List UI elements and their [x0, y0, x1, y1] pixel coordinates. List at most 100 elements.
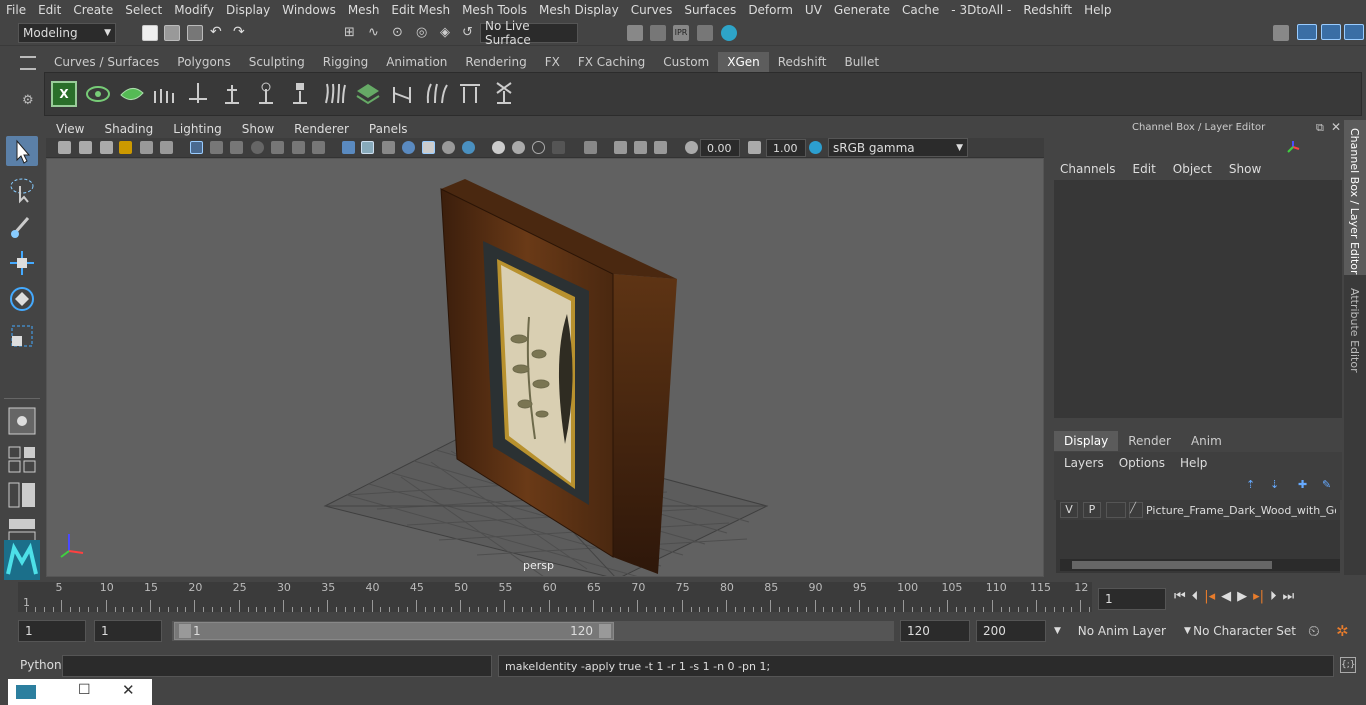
character-set-dropdown[interactable]: ▼ No Character Set: [1180, 620, 1300, 642]
single-view-layout-icon[interactable]: [6, 406, 38, 436]
playback-start-field[interactable]: 1: [94, 620, 162, 642]
guide-bend-icon[interactable]: [423, 81, 449, 107]
snap-view-icon[interactable]: ◎: [416, 25, 432, 41]
shelf-tab-custom[interactable]: Custom: [654, 52, 718, 72]
guide-move-icon[interactable]: [185, 81, 211, 107]
menu-modify[interactable]: Modify: [168, 3, 220, 17]
move-tool-icon[interactable]: [6, 248, 38, 278]
menu-windows[interactable]: Windows: [276, 3, 342, 17]
channel-list[interactable]: [1054, 180, 1342, 418]
command-input[interactable]: [62, 655, 492, 677]
panel-menu-panels[interactable]: Panels: [359, 122, 418, 136]
select-tool-button[interactable]: [6, 136, 38, 166]
xgen-layers-icon[interactable]: [355, 81, 381, 107]
play-backward-icon[interactable]: ◀: [1221, 589, 1231, 604]
guide-sculpt-icon[interactable]: [253, 81, 279, 107]
menu-help[interactable]: Help: [1078, 3, 1117, 17]
modeling-toolkit-icon[interactable]: [1297, 24, 1317, 40]
menu-edit-mesh[interactable]: Edit Mesh: [385, 3, 456, 17]
shelf-tab-bullet[interactable]: Bullet: [835, 52, 888, 72]
isolate-select-icon[interactable]: [552, 141, 565, 154]
workspace-icon[interactable]: [1273, 25, 1289, 41]
paint-select-icon[interactable]: [6, 210, 38, 240]
color-management-icon[interactable]: [809, 141, 822, 154]
field-chart-icon[interactable]: [271, 141, 284, 154]
side-tab-channel-box[interactable]: Channel Box / Layer Editor: [1344, 120, 1366, 275]
layer-row[interactable]: V P ╱ Picture_Frame_Dark_Wood_with_Gol: [1060, 500, 1340, 520]
wireframe-on-shaded-icon[interactable]: [382, 141, 395, 154]
menu-surfaces[interactable]: Surfaces: [678, 3, 742, 17]
side-tab-attribute-editor[interactable]: Attribute Editor: [1344, 280, 1366, 380]
use-all-lights-icon[interactable]: [422, 141, 435, 154]
step-forward-key-icon[interactable]: ▸|: [1253, 589, 1264, 604]
cb-menu-channels[interactable]: Channels: [1060, 162, 1116, 176]
shelf-tab-rendering[interactable]: Rendering: [456, 52, 535, 72]
snap-grid-icon[interactable]: ⊞: [344, 25, 360, 41]
script-editor-icon[interactable]: {;}: [1340, 657, 1356, 673]
rotate-tool-icon[interactable]: [6, 284, 38, 314]
move-layer-up-icon[interactable]: ⇡: [1246, 478, 1262, 494]
step-forward-icon[interactable]: ⏵: [1270, 589, 1277, 604]
four-view-layout-icon[interactable]: [6, 444, 38, 474]
lasso-tool-icon[interactable]: [6, 174, 38, 204]
menu-mesh[interactable]: Mesh: [342, 3, 386, 17]
layer-menu-layers[interactable]: Layers: [1064, 456, 1104, 470]
range-slider-track[interactable]: 1 120: [172, 621, 894, 641]
shelf-tab-redshift[interactable]: Redshift: [769, 52, 836, 72]
tab-render[interactable]: Render: [1118, 431, 1181, 451]
step-back-icon[interactable]: ⏴: [1192, 589, 1199, 604]
guide-delete-icon[interactable]: [491, 81, 517, 107]
shelf-tab-rigging[interactable]: Rigging: [314, 52, 377, 72]
guide-insert-icon[interactable]: [219, 81, 245, 107]
snap-point-icon[interactable]: ⊙: [392, 25, 408, 41]
motion-blur-icon[interactable]: [492, 141, 505, 154]
channel-box-toggle-icon[interactable]: [1344, 24, 1364, 40]
menu-3dtoall[interactable]: - 3DtoAll -: [945, 3, 1017, 17]
range-slider-start-handle[interactable]: [179, 624, 191, 638]
guide-cut-icon[interactable]: [389, 81, 415, 107]
current-frame-field[interactable]: 1: [1098, 588, 1166, 610]
perspective-viewport[interactable]: persp: [46, 158, 1044, 577]
panel-menu-view[interactable]: View: [46, 122, 94, 136]
anti-alias-icon[interactable]: [512, 141, 525, 154]
layer-menu-help[interactable]: Help: [1180, 456, 1207, 470]
grid-toggle-icon[interactable]: [190, 141, 203, 154]
gate-mask-icon[interactable]: [251, 141, 264, 154]
gear-icon[interactable]: ⚙: [22, 93, 34, 108]
render-frame-icon[interactable]: [627, 25, 643, 41]
shadows-icon[interactable]: [442, 141, 455, 154]
menu-create[interactable]: Create: [67, 3, 119, 17]
save-scene-icon[interactable]: [187, 25, 203, 41]
menu-display[interactable]: Display: [220, 3, 276, 17]
menu-file[interactable]: File: [0, 3, 32, 17]
safe-title-icon[interactable]: [312, 141, 325, 154]
open-scene-icon[interactable]: [164, 25, 180, 41]
mode-dropdown[interactable]: Modeling ▼: [18, 23, 116, 43]
undo-icon[interactable]: ↶: [210, 25, 226, 41]
menu-mesh-display[interactable]: Mesh Display: [533, 3, 625, 17]
xray-joints-icon[interactable]: [614, 141, 627, 154]
snap-surface-icon[interactable]: ◈: [440, 25, 456, 41]
render-settings-icon[interactable]: [697, 25, 713, 41]
cb-menu-object[interactable]: Object: [1173, 162, 1212, 176]
tab-anim[interactable]: Anim: [1181, 431, 1232, 451]
shelf-tab-fx-caching[interactable]: FX Caching: [569, 52, 654, 72]
screen-space-ao-icon[interactable]: [462, 141, 475, 154]
menu-mesh-tools[interactable]: Mesh Tools: [456, 3, 533, 17]
cb-menu-show[interactable]: Show: [1229, 162, 1261, 176]
panel-menu-shading[interactable]: Shading: [94, 122, 163, 136]
xgen-leaf-icon[interactable]: [119, 81, 145, 107]
gamma-field[interactable]: 1.00: [766, 139, 806, 157]
menu-uv[interactable]: UV: [799, 3, 828, 17]
go-to-end-icon[interactable]: ⏭: [1283, 589, 1295, 604]
xgen-editor-icon[interactable]: X: [51, 81, 77, 107]
panel-menu-lighting[interactable]: Lighting: [163, 122, 232, 136]
smooth-shade-icon[interactable]: [361, 141, 374, 154]
layer-color-swatch[interactable]: ╱: [1129, 502, 1143, 518]
playback-end-field[interactable]: 120: [900, 620, 970, 642]
layer-display-type[interactable]: [1106, 502, 1126, 518]
depth-of-field-icon[interactable]: [532, 141, 545, 154]
shelf-tab-xgen[interactable]: XGen: [718, 52, 769, 72]
layer-name[interactable]: Picture_Frame_Dark_Wood_with_Gol: [1146, 504, 1336, 517]
maximize-icon[interactable]: ☐: [78, 682, 91, 698]
